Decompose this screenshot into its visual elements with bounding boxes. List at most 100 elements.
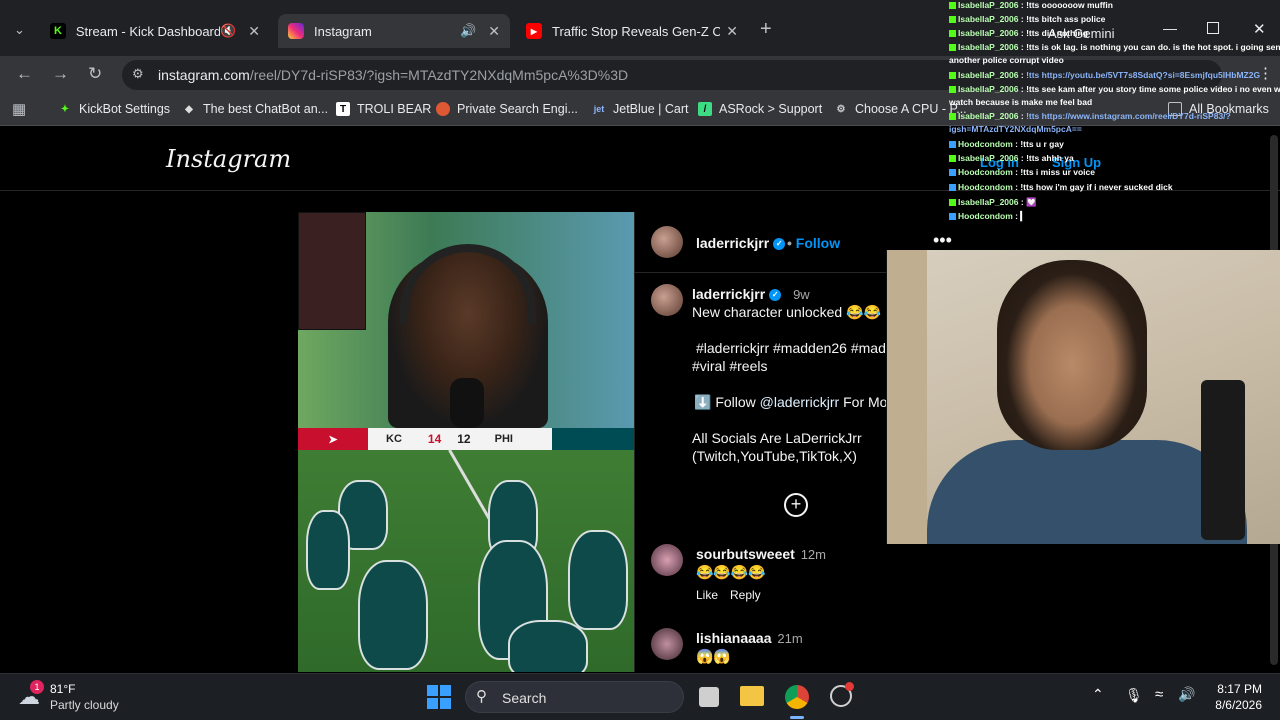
comment-avatar[interactable] xyxy=(651,544,683,576)
follow-label: Follow xyxy=(795,235,841,251)
clock-date[interactable]: 8/6/2026 xyxy=(1200,698,1262,712)
chat-message: IsabellaP_2006 : !tts ooooooow muffin xyxy=(949,0,1113,10)
chat-message: IsabellaP_2006 : !tts is ok lag. is noth… xyxy=(949,42,1280,52)
maximize-icon[interactable] xyxy=(1207,22,1219,34)
author-username-text: laderrickjrr xyxy=(696,235,770,251)
url-text[interactable]: instagram.com/reel/DY7d-riSP83/?igsh=MTA… xyxy=(158,67,628,83)
mention-link[interactable]: @laderrickjrr xyxy=(760,394,840,410)
bookmark-label: The best ChatBot an... xyxy=(203,102,329,116)
volume-icon[interactable]: 🔊 xyxy=(1178,686,1195,703)
site-info-icon[interactable]: ⚙ xyxy=(132,66,144,82)
follow-button[interactable]: • Follow xyxy=(787,235,840,251)
follow-line-prefix: ⬇️ Follow xyxy=(694,394,756,410)
comment-reply-button[interactable]: Reply xyxy=(730,588,761,602)
minimize-icon[interactable]: — xyxy=(1163,20,1177,36)
tab-close-icon[interactable]: ✕ xyxy=(726,23,738,40)
caption-username[interactable]: laderrickjrr ✓ 9w xyxy=(692,286,810,302)
kick-badge-icon xyxy=(949,16,956,24)
reel-video[interactable]: ➤ KC 14 12 PHI xyxy=(298,212,634,672)
start-button[interactable] xyxy=(427,685,451,709)
tab-title: Traffic Stop Reveals Gen-Z Coup xyxy=(552,23,720,39)
microphone-icon[interactable]: 🎙 xyxy=(1125,687,1143,704)
chat-message: IsabellaP_2006 : !tts see kam after you … xyxy=(949,84,1280,94)
show-hidden-icons-chevron[interactable]: ⌃ xyxy=(1092,686,1104,703)
clock-time[interactable]: 8:17 PM xyxy=(1206,682,1262,696)
kick-favicon-icon: K xyxy=(50,23,66,39)
chat-message: Hoodcondom : !tts u r gay xyxy=(949,139,1064,149)
back-arrow-icon[interactable]: ← xyxy=(16,64,33,84)
chrome-active-indicator xyxy=(790,716,804,719)
taskbar-search[interactable]: ⚲ Search xyxy=(465,681,684,713)
file-explorer-icon[interactable] xyxy=(740,686,764,706)
chat-user: IsabellaP_2006 xyxy=(958,111,1019,121)
tab-instagram[interactable]: Instagram 🔊 ✕ xyxy=(278,14,510,48)
bullet-dot: • xyxy=(787,235,796,251)
chat-text: another police corrupt video xyxy=(949,55,1064,65)
tab-close-icon[interactable]: ✕ xyxy=(488,23,500,40)
speaker-icon[interactable]: 🔊 xyxy=(460,23,476,39)
comment-like-button[interactable]: Like xyxy=(696,588,718,602)
bookmark-label: ASRock > Support xyxy=(719,102,823,116)
kick-badge-icon xyxy=(949,2,956,10)
instagram-logo[interactable]: Instagram xyxy=(166,145,291,173)
browser-menu-icon[interactable]: ⋮ xyxy=(1258,64,1273,82)
chat-message-continued: another police corrupt video xyxy=(949,55,1064,65)
socials-line1: All Socials Are LaDerrickJrr xyxy=(692,430,862,446)
more-options-icon[interactable]: ••• xyxy=(933,230,952,251)
comment-time: 12m xyxy=(800,547,826,562)
muted-speaker-icon[interactable]: 🔇 xyxy=(220,23,236,39)
comment-username[interactable]: lishianaaaa 21m xyxy=(696,630,803,646)
wifi-icon[interactable]: ≈ xyxy=(1155,686,1163,703)
chat-text: !tts u r gay xyxy=(1020,139,1064,149)
bookmark-kickbot[interactable]: ✦ KickBot Settings xyxy=(58,102,170,116)
forward-arrow-icon[interactable]: → xyxy=(52,64,69,84)
author-username[interactable]: laderrickjrr ✓ xyxy=(696,235,786,251)
url-path: /reel/DY7d-riSP83/?igsh=MTAzdTY2NXdqMm5p… xyxy=(249,67,629,83)
bookmark-label: Private Search Engi... xyxy=(457,102,578,116)
tab-list-chevron-icon[interactable]: ⌄ xyxy=(14,22,25,38)
kick-badge-icon xyxy=(949,44,956,52)
team2-label: PHI xyxy=(494,433,513,445)
chat-user: IsabellaP_2006 xyxy=(958,14,1019,24)
task-view-icon[interactable] xyxy=(699,687,719,707)
tab-title: Stream - Kick Dashboard xyxy=(75,23,221,39)
chat-user: IsabellaP_2006 xyxy=(958,197,1019,207)
kick-icon: ✦ xyxy=(60,103,70,115)
bookmark-chatbot[interactable]: ◆ The best ChatBot an... xyxy=(182,102,328,116)
reload-icon[interactable]: ↻ xyxy=(88,64,102,84)
bookmark-jetblue[interactable]: jet JetBlue | Cart xyxy=(592,102,689,116)
caption-avatar[interactable] xyxy=(651,284,683,316)
chat-text: !tts ahhh ya xyxy=(1026,153,1074,163)
close-window-icon[interactable]: ✕ xyxy=(1253,20,1266,38)
tab-kick-dashboard[interactable]: K Stream - Kick Dashboard 🔇 ✕ xyxy=(40,16,270,46)
comment-username-text: sourbutsweeet xyxy=(696,546,795,562)
chat-text: !tts did nothing xyxy=(1026,28,1088,38)
bookmark-asrock[interactable]: / ASRock > Support xyxy=(698,102,822,116)
comment-avatar[interactable] xyxy=(651,628,683,660)
load-more-comments-icon[interactable]: + xyxy=(784,493,808,517)
bookmark-cpu[interactable]: ⚙ Choose A CPU - P... xyxy=(834,102,967,116)
chat-text: 💟 xyxy=(1026,197,1037,207)
verified-badge-icon: ✓ xyxy=(773,238,786,251)
weather-widget[interactable]: ☁ 1 81°F Partly cloudy xyxy=(16,680,156,714)
game-scoreboard: ➤ KC 14 12 PHI xyxy=(298,428,634,450)
author-avatar[interactable] xyxy=(651,226,683,258)
windows-logo-icon-part xyxy=(440,698,451,709)
player xyxy=(306,510,350,590)
new-tab-button[interactable]: + xyxy=(760,18,772,41)
hashtags-line1[interactable]: #laderrickjrr #madden26 #mad xyxy=(696,340,886,356)
bookmark-private-search[interactable]: Private Search Engi... xyxy=(436,102,578,116)
weather-temp: 81°F xyxy=(50,682,76,696)
tab-close-icon[interactable]: ✕ xyxy=(248,23,260,40)
bookmark-troli-bear[interactable]: T TROLI BEAR xyxy=(336,102,431,116)
comment-username[interactable]: sourbutsweeet 12m xyxy=(696,546,826,562)
chat-text: !tts https://youtu.be/5VT7s8SdatQ?si=8Es… xyxy=(1026,70,1261,80)
t-logo-icon: T xyxy=(336,102,350,116)
chrome-icon[interactable] xyxy=(785,685,809,709)
url-host: instagram.com xyxy=(158,67,250,83)
kick-badge-icon xyxy=(949,113,956,121)
tab-youtube[interactable]: ▶ Traffic Stop Reveals Gen-Z Coup ✕ xyxy=(516,16,748,46)
apps-grid-icon[interactable]: ▦ xyxy=(12,100,26,118)
hashtags-line2[interactable]: #viral #reels xyxy=(692,358,767,374)
chat-message-continued: igsh=MTAzdTY2NXdqMm5pcA== xyxy=(949,124,1082,134)
